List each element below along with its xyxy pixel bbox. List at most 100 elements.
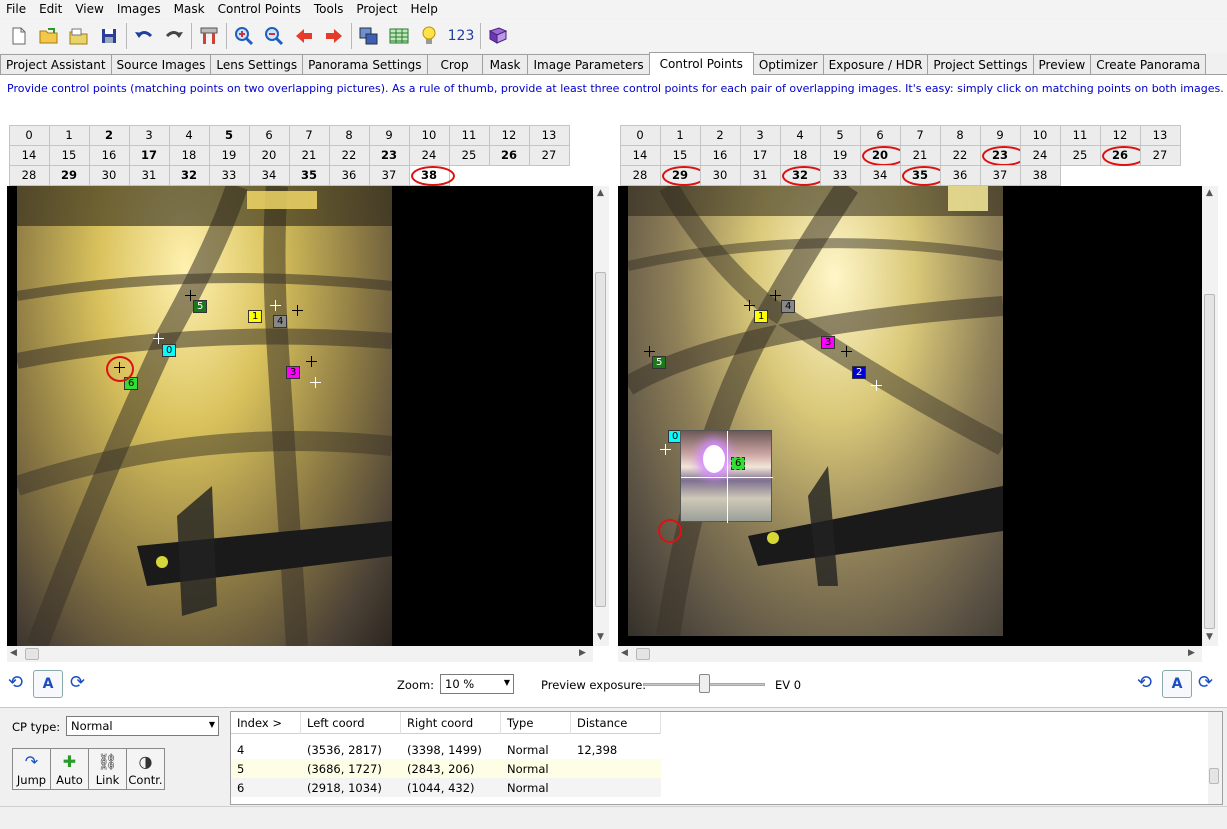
rotate-left-icon[interactable]: ⟲: [8, 672, 23, 693]
left-image-number-33[interactable]: 33: [208, 164, 250, 186]
stitch-icon[interactable]: [354, 21, 384, 51]
col-right-coord[interactable]: Right coord: [401, 712, 501, 734]
left-image-number-31[interactable]: 31: [128, 164, 170, 186]
right-image-number-35[interactable]: 35: [899, 164, 946, 186]
left-cp-label-3[interactable]: 3: [286, 366, 301, 379]
menu-control-points[interactable]: Control Points: [212, 2, 308, 16]
right-image-number-34[interactable]: 34: [859, 164, 901, 186]
tab-source-images[interactable]: Source Images: [110, 54, 212, 74]
menu-images[interactable]: Images: [111, 2, 168, 16]
left-image-number-5[interactable]: 5: [208, 124, 250, 146]
right-image-number-37[interactable]: 37: [979, 164, 1021, 186]
right-vertical-scrollbar[interactable]: ▲ ▼: [1202, 186, 1218, 646]
left-image-number-36[interactable]: 36: [328, 164, 370, 186]
tab-mask[interactable]: Mask: [481, 54, 529, 74]
save-icon[interactable]: [94, 21, 124, 51]
right-image-number-12[interactable]: 12: [1099, 124, 1141, 146]
menu-view[interactable]: View: [69, 2, 110, 16]
right-image-number-29[interactable]: 29: [659, 164, 706, 186]
right-image-number-11[interactable]: 11: [1059, 124, 1101, 146]
right-image-number-32[interactable]: 32: [779, 164, 826, 186]
assistant-tools-icon[interactable]: [194, 21, 224, 51]
zoom-out-icon[interactable]: [259, 21, 289, 51]
right-cp-marker[interactable]: [841, 346, 852, 357]
left-image-number-38[interactable]: 38: [408, 164, 455, 186]
left-horizontal-scrollbar[interactable]: ◀ ▶: [7, 646, 593, 662]
open-folder-icon[interactable]: [34, 21, 64, 51]
left-image-number-2[interactable]: 2: [88, 124, 130, 146]
right-cp-marker[interactable]: [744, 300, 755, 311]
right-cp-label-2[interactable]: 2: [852, 366, 867, 379]
left-image-number-1[interactable]: 1: [48, 124, 90, 146]
next-icon[interactable]: [319, 21, 349, 51]
tab-panorama-settings[interactable]: Panorama Settings: [302, 54, 428, 74]
right-cp-label-5[interactable]: 5: [652, 356, 667, 369]
right-image-number-0[interactable]: 0: [619, 124, 661, 146]
zoom-select[interactable]: 10 % ▼: [440, 674, 514, 694]
scroll-down-icon[interactable]: ▼: [1206, 632, 1213, 642]
menu-file[interactable]: File: [0, 2, 33, 16]
left-image-number-34[interactable]: 34: [248, 164, 290, 186]
cp-type-select[interactable]: Normal ▼: [66, 716, 219, 736]
left-cp-marker[interactable]: [292, 305, 303, 316]
right-cp-marker[interactable]: [660, 444, 671, 455]
right-cp-marker[interactable]: [644, 346, 655, 357]
exposure-slider-handle[interactable]: [699, 674, 710, 693]
left-image-number-23[interactable]: 23: [368, 144, 410, 166]
table-row[interactable]: 5 (3686, 1727) (2843, 206) Normal: [231, 759, 661, 778]
right-image-number-22[interactable]: 22: [939, 144, 981, 166]
left-image-view[interactable]: 5 1 4 0 3 6: [7, 186, 593, 646]
rotate-right-icon[interactable]: ⟳: [70, 672, 85, 693]
right-image-number-17[interactable]: 17: [739, 144, 781, 166]
left-image-number-24[interactable]: 24: [408, 144, 450, 166]
left-image-number-22[interactable]: 22: [328, 144, 370, 166]
left-cp-marker[interactable]: [310, 377, 321, 388]
right-image-number-7[interactable]: 7: [899, 124, 941, 146]
left-image-number-19[interactable]: 19: [208, 144, 250, 166]
right-image-number-19[interactable]: 19: [819, 144, 861, 166]
tab-exposure-hdr[interactable]: Exposure / HDR: [822, 54, 929, 74]
right-cp-marker[interactable]: [770, 290, 781, 301]
left-image-number-6[interactable]: 6: [248, 124, 290, 146]
right-cp-label-1[interactable]: 1: [754, 310, 769, 323]
left-image-number-32[interactable]: 32: [168, 164, 210, 186]
left-image-number-35[interactable]: 35: [288, 164, 330, 186]
right-cp-marker[interactable]: [871, 380, 882, 391]
tab-project-settings[interactable]: Project Settings: [927, 54, 1034, 74]
right-image-number-25[interactable]: 25: [1059, 144, 1101, 166]
left-image-number-30[interactable]: 30: [88, 164, 130, 186]
col-left-coord[interactable]: Left coord: [301, 712, 401, 734]
left-image-number-4[interactable]: 4: [168, 124, 210, 146]
undo-icon[interactable]: [129, 21, 159, 51]
scroll-up-icon[interactable]: ▲: [597, 188, 604, 198]
right-image-number-13[interactable]: 13: [1139, 124, 1181, 146]
cp-table-scrollbar[interactable]: [1208, 712, 1222, 804]
right-image-number-9[interactable]: 9: [979, 124, 1021, 146]
left-cp-marker[interactable]: [153, 333, 164, 344]
left-image-number-0[interactable]: 0: [8, 124, 50, 146]
auto-button[interactable]: ✚ Auto: [50, 748, 89, 790]
left-image-number-8[interactable]: 8: [328, 124, 370, 146]
left-image-number-37[interactable]: 37: [368, 164, 410, 186]
right-image-number-4[interactable]: 4: [779, 124, 821, 146]
table-icon[interactable]: [384, 21, 414, 51]
tab-optimizer[interactable]: Optimizer: [752, 54, 824, 74]
left-image-number-25[interactable]: 25: [448, 144, 490, 166]
left-image-number-9[interactable]: 9: [368, 124, 410, 146]
left-image-number-18[interactable]: 18: [168, 144, 210, 166]
right-image-number-16[interactable]: 16: [699, 144, 741, 166]
table-row[interactable]: 4 (3536, 2817) (3398, 1499) Normal 12,39…: [231, 740, 661, 759]
menu-help[interactable]: Help: [404, 2, 444, 16]
cp-table-scroll-thumb[interactable]: [1209, 768, 1219, 784]
tab-lens-settings[interactable]: Lens Settings: [210, 54, 304, 74]
right-image-number-24[interactable]: 24: [1019, 144, 1061, 166]
right-image-number-27[interactable]: 27: [1139, 144, 1181, 166]
right-image-number-8[interactable]: 8: [939, 124, 981, 146]
link-button[interactable]: ⛓ Link: [88, 748, 127, 790]
scroll-left-icon[interactable]: ◀: [621, 648, 628, 658]
tab-control-points[interactable]: Control Points: [648, 52, 754, 75]
right-image-number-36[interactable]: 36: [939, 164, 981, 186]
tab-project-assistant[interactable]: Project Assistant: [0, 54, 112, 74]
left-image-number-15[interactable]: 15: [48, 144, 90, 166]
right-image-number-31[interactable]: 31: [739, 164, 781, 186]
